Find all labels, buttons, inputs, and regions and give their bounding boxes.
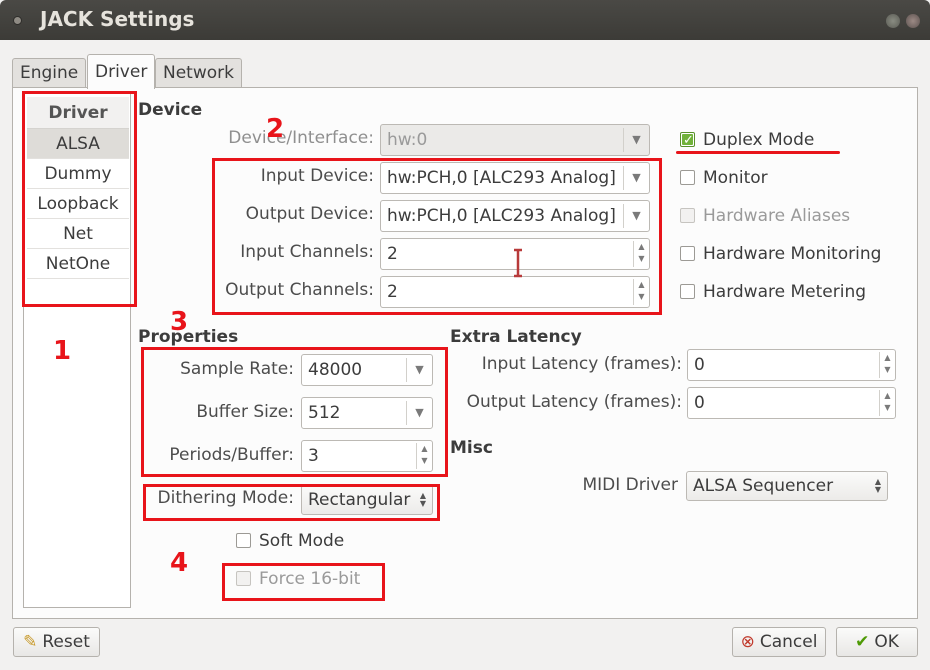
annotation-box-properties — [141, 347, 448, 477]
annotation-number-1: 1 — [53, 336, 72, 366]
annotation-number-4: 4 — [170, 548, 189, 578]
cancel-button[interactable]: ⊗ Cancel — [732, 627, 826, 657]
title-bar: JACK Settings — [0, 0, 930, 40]
checkmark-icon: ✔ — [855, 632, 870, 652]
tab-driver[interactable]: Driver — [87, 54, 156, 89]
annotation-number-2: 2 — [266, 114, 285, 144]
checkbox-checked-icon: ✓ — [680, 132, 695, 148]
annotation-number-3: 3 — [170, 307, 189, 337]
cancel-button-label: Cancel — [759, 632, 818, 652]
annotation-underline-duplex — [676, 151, 840, 154]
checkbox-icon — [680, 208, 695, 223]
tab-network[interactable]: Network — [155, 58, 242, 88]
window-title: JACK Settings — [40, 7, 195, 31]
checkbox-icon — [680, 246, 695, 261]
misc-section-title: Misc — [450, 438, 493, 458]
extra-latency-section-title: Extra Latency — [450, 327, 582, 347]
monitor-label: Monitor — [703, 168, 768, 188]
input-latency-label: Input Latency (frames): — [481, 354, 682, 374]
duplex-mode-label: Duplex Mode — [703, 130, 815, 150]
maximize-button[interactable] — [886, 14, 900, 28]
annotation-box-driver-list — [22, 91, 137, 307]
spin-arrows-icon[interactable]: ▲ ▼ — [879, 352, 895, 378]
checkbox-icon — [236, 533, 251, 548]
device-interface-combo: hw:0 ▼ — [380, 124, 650, 156]
checkbox-icon — [680, 170, 695, 185]
close-window-button[interactable] — [906, 14, 920, 28]
midi-driver-value: ALSA Sequencer — [693, 476, 834, 496]
output-latency-label: Output Latency (frames): — [466, 392, 682, 412]
dropdown-arrow-icon: ▼ — [623, 128, 649, 152]
hardware-monitoring-label: Hardware Monitoring — [703, 244, 882, 264]
broom-icon: ✎ — [23, 632, 38, 652]
reset-button[interactable]: ✎ Reset — [13, 627, 100, 657]
midi-driver-select[interactable]: ALSA Sequencer ▲ ▼ — [686, 471, 888, 501]
properties-section-title: Properties — [138, 327, 239, 347]
input-latency-value: 0 — [694, 355, 705, 375]
ok-button-label: OK — [874, 632, 899, 652]
window-menu-icon[interactable] — [13, 16, 22, 25]
ok-button[interactable]: ✔ OK — [836, 627, 918, 657]
output-latency-spinbox[interactable]: 0 ▲ ▼ — [687, 387, 896, 419]
device-interface-value: hw:0 — [387, 130, 428, 150]
annotation-box-dithering — [143, 484, 440, 521]
annotation-box-device-fields — [212, 158, 662, 315]
tab-engine[interactable]: Engine — [12, 58, 87, 88]
reset-button-label: Reset — [42, 632, 90, 652]
hardware-aliases-label: Hardware Aliases — [703, 206, 851, 226]
checkbox-icon — [680, 284, 695, 299]
input-latency-spinbox[interactable]: 0 ▲ ▼ — [687, 349, 896, 381]
device-section-title: Device — [138, 100, 203, 120]
midi-driver-label: MIDI Driver — [582, 475, 678, 495]
hardware-metering-label: Hardware Metering — [703, 282, 867, 302]
annotation-box-force16 — [222, 563, 385, 601]
cancel-icon: ⊗ — [740, 632, 755, 652]
spin-arrows-icon[interactable]: ▲ ▼ — [879, 390, 895, 416]
soft-mode-label: Soft Mode — [259, 531, 345, 551]
output-latency-value: 0 — [694, 393, 705, 413]
updown-arrows-icon: ▲ ▼ — [874, 477, 881, 494]
device-interface-label: Device/Interface: — [228, 128, 374, 148]
